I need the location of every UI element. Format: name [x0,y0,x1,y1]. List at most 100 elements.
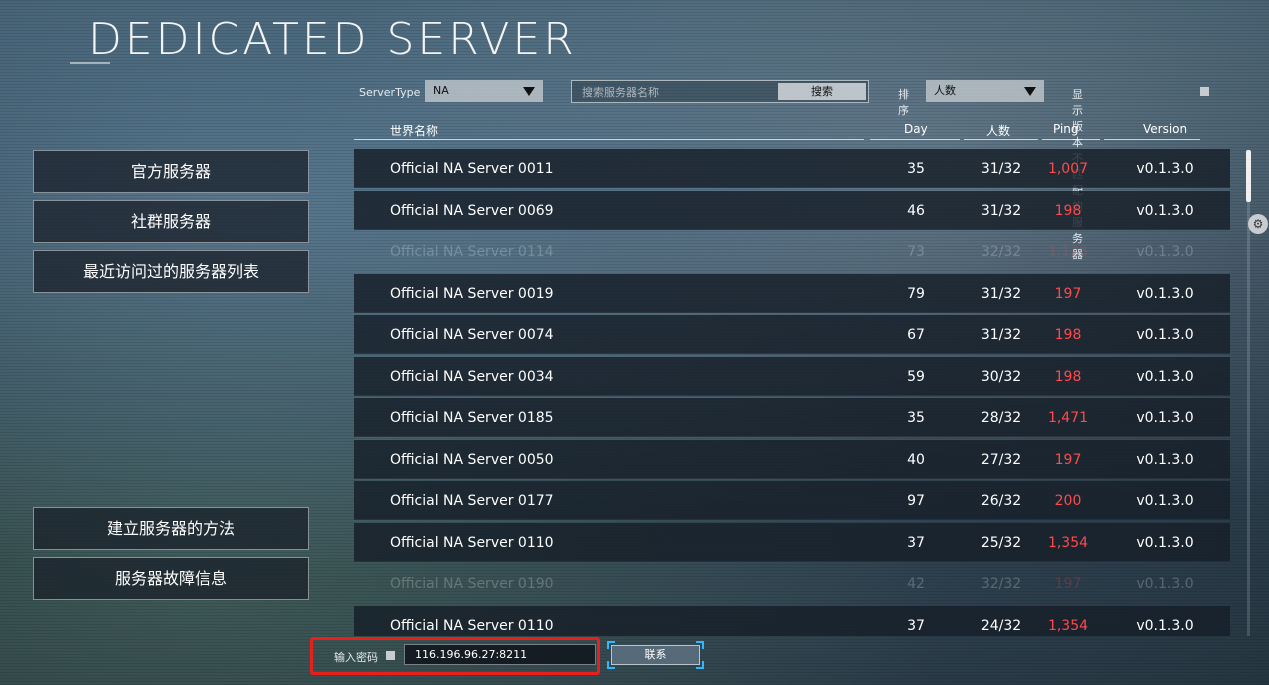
server-list: Official NA Server 0011 35 31/32 1,007 v0.1.… [354,149,1230,636]
sort-value: 人数 [934,84,956,97]
column-header-name[interactable]: 世界名称 [390,122,438,139]
table-header: 世界名称 Day 人数 Ping Version [354,120,1230,140]
password-label: 输入密码 [334,651,378,664]
server-players: 28/32 [980,410,1022,426]
server-name: Official NA Server 0190 [390,576,554,592]
server-type-value: NA [433,84,449,97]
server-name: Official NA Server 0011 [390,161,554,177]
server-ping: 198 [1054,327,1082,343]
server-players: 32/32 [980,244,1022,260]
header-underline [870,139,960,140]
table-row[interactable]: Official NA Server 0069 46 31/32 198 v0.1.3.… [354,190,1230,230]
server-day: 35 [907,410,925,426]
server-players: 30/32 [980,368,1022,385]
header-underline [964,139,1038,140]
server-ping: 197 [1054,285,1082,302]
server-version: v0.1.3.0 [1136,285,1194,302]
table-row[interactable]: Official NA Server 0074 67 31/32 198 v0.1.3.… [354,315,1230,354]
server-players: 26/32 [980,493,1022,509]
server-version: v0.1.3.0 [1136,451,1194,468]
server-players: 27/32 [980,451,1022,468]
server-address-input[interactable]: 116.196.96.27:8211 [404,644,596,665]
server-name: Official NA Server 0110 [390,617,554,634]
server-version: v0.1.3.0 [1136,576,1194,592]
sidebar-item-community[interactable]: 社群服务器 [33,200,309,243]
server-day: 59 [907,368,925,385]
show-mismatch-checkbox[interactable] [1200,87,1209,96]
server-type-select[interactable]: NA [425,80,543,102]
table-row[interactable]: Official NA Server 0110 37 24/32 1,354 v0.1.… [354,605,1230,636]
table-row[interactable]: Official NA Server 0177 97 26/32 200 v0.1.3.… [354,481,1230,520]
server-ping: 1,354 [1047,534,1089,551]
server-players: 31/32 [980,202,1022,219]
server-type-label: ServerType [359,86,421,99]
table-row[interactable]: Official NA Server 0011 35 31/32 1,007 v0.1.… [354,149,1230,188]
server-name: Official NA Server 0177 [390,493,554,509]
table-row[interactable]: Official NA Server 0185 35 28/32 1,471 v0.1.… [354,398,1230,437]
gamepad-icon: ⚙ [1248,214,1268,234]
server-day: 73 [907,244,925,260]
server-ping: 1,354 [1047,617,1089,634]
table-row[interactable]: Official NA Server 0110 37 25/32 1,354 v0.1.… [354,522,1230,562]
sidebar-item-how-to-host[interactable]: 建立服务器的方法 [33,507,309,550]
server-day: 37 [907,534,925,551]
table-row[interactable]: Official NA Server 0050 40 27/32 197 v0.1.3.… [354,439,1230,479]
server-players: 31/32 [980,327,1022,343]
server-players: 31/32 [980,285,1022,302]
title-underline [70,62,110,64]
connect-button-label: 联系 [611,645,700,665]
password-checkbox[interactable] [386,651,395,660]
table-row[interactable]: Official NA Server 0190 42 32/32 197 v0.1.3.… [354,564,1230,603]
column-header-version[interactable]: Version [1143,122,1187,136]
table-row[interactable]: Official NA Server 0114 73 32/32 1,125 v0.1.… [354,232,1230,271]
server-players: 25/32 [980,534,1022,551]
server-name: Official NA Server 0074 [390,327,554,343]
header-underline [1104,139,1200,140]
server-name: Official NA Server 0185 [390,410,554,426]
server-ping: 200 [1054,493,1082,509]
header-underline [354,139,864,140]
connect-button[interactable]: 联系 [607,641,704,669]
server-version: v0.1.3.0 [1136,493,1194,509]
server-name: Official NA Server 0069 [390,202,554,219]
sidebar-item-recent[interactable]: 最近访问过的服务器列表 [33,250,309,293]
page-title: DEDICATED SERVER [88,14,577,65]
server-ping: 198 [1054,368,1082,385]
search-input[interactable] [580,83,774,101]
server-ping: 1,007 [1047,161,1089,177]
server-ping: 1,471 [1047,410,1089,426]
server-ping: 197 [1054,451,1082,468]
server-day: 35 [907,161,925,177]
server-day: 67 [907,327,925,343]
server-day: 40 [907,451,925,468]
server-name: Official NA Server 0034 [390,368,554,385]
server-version: v0.1.3.0 [1136,534,1194,551]
sidebar-item-official[interactable]: 官方服务器 [33,150,309,193]
server-name: Official NA Server 0050 [390,451,554,468]
server-day: 42 [907,576,925,592]
server-day: 37 [907,617,925,634]
server-version: v0.1.3.0 [1136,161,1194,177]
server-players: 24/32 [980,617,1022,634]
column-header-players[interactable]: 人数 [986,122,1010,139]
table-row[interactable]: Official NA Server 0019 79 31/32 197 v0.1.3.… [354,273,1230,313]
column-header-ping[interactable]: Ping [1053,122,1079,136]
search-button[interactable]: 搜索 [778,83,866,100]
dropdown-arrow-icon [1024,87,1036,96]
server-day: 46 [907,202,925,219]
column-header-day[interactable]: Day [904,122,928,136]
server-version: v0.1.3.0 [1136,368,1194,385]
sort-label: 排序 [898,88,909,117]
scrollbar-thumb[interactable] [1246,150,1251,202]
server-ping: 1,125 [1047,244,1089,260]
server-day: 97 [907,493,925,509]
sidebar-item-server-issues[interactable]: 服务器故障信息 [33,557,309,600]
dropdown-arrow-icon [523,87,535,96]
server-version: v0.1.3.0 [1136,327,1194,343]
sort-select[interactable]: 人数 [926,80,1044,102]
server-version: v0.1.3.0 [1136,244,1194,260]
server-name: Official NA Server 0114 [390,244,554,260]
server-name: Official NA Server 0019 [390,285,554,302]
server-version: v0.1.3.0 [1136,202,1194,219]
table-row[interactable]: Official NA Server 0034 59 30/32 198 v0.1.3.… [354,356,1230,396]
